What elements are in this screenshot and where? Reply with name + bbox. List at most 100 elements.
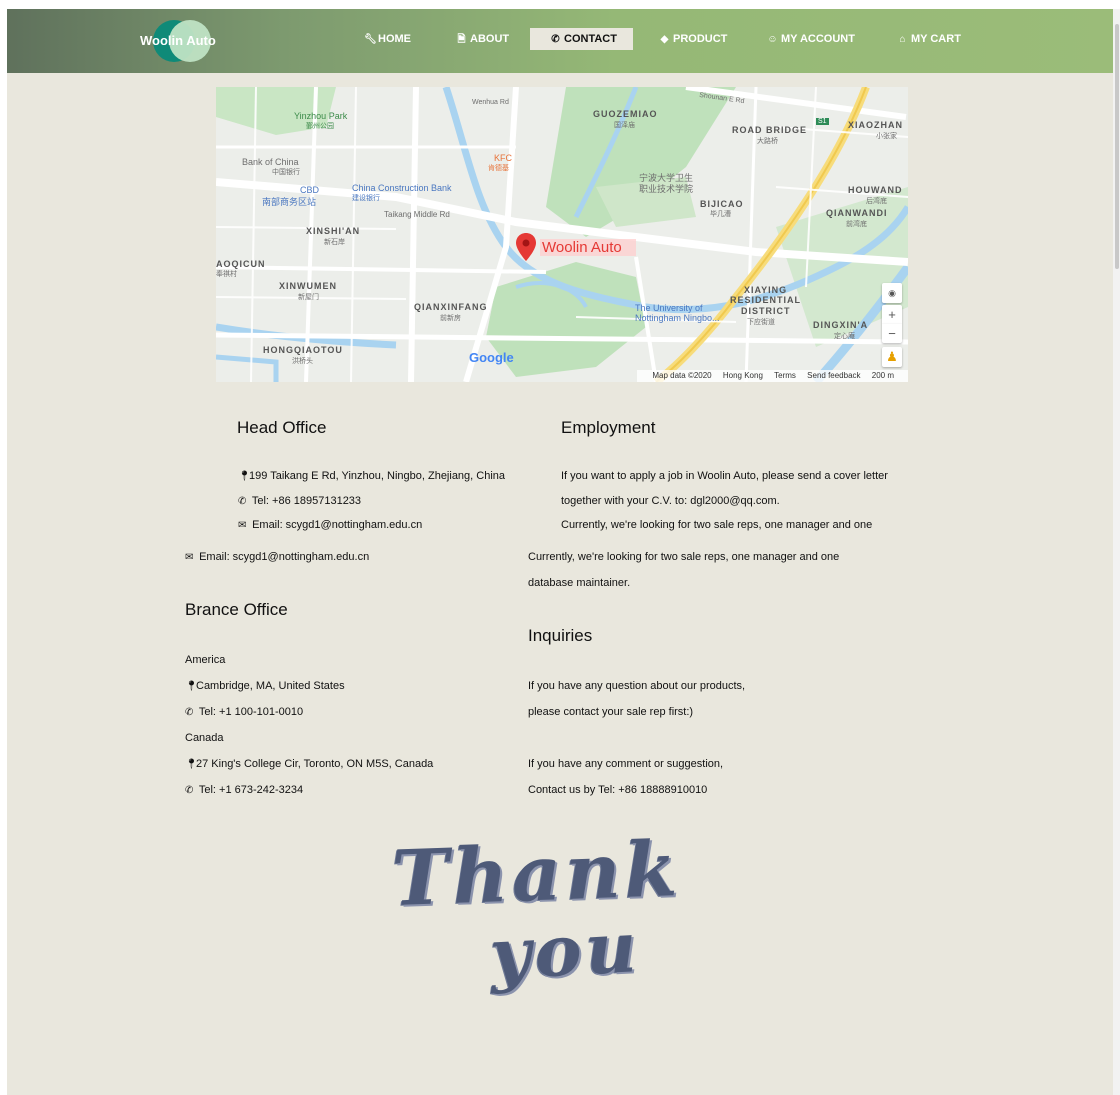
address-text: 199 Taikang E Rd, Yinzhou, Ningbo, Zheji… [249,470,506,482]
map-label: BIJICAO [700,199,744,209]
map-label: 新屋门 [298,294,319,301]
map-label: 毕几漕 [710,211,731,218]
nav-label: ABOUT [470,33,510,45]
tel-text: Tel: +1 100-101-0010 [198,706,304,718]
google-logo: Google [469,350,514,365]
map-label: 小张家 [876,133,897,140]
basket-icon: ⌂ [899,34,906,45]
overflow-line-2: database maintainer. [528,577,631,589]
wrench-icon: 🔧︎ [364,34,377,45]
user-icon: ☺ [767,34,778,45]
map-label: HOUWAND [848,185,903,195]
map-label: XINSHI'AN [306,226,361,236]
map-label: S1 [816,118,829,125]
logo-text: Woolin Auto [140,33,216,48]
map-label: XIAOZHAN [848,120,903,130]
envelope-icon: ✉ [185,552,194,563]
nav-about[interactable]: 🗎 ABOUT [456,28,509,50]
file-icon: 🗎 [457,34,466,45]
my-location-icon[interactable]: ◉ [882,283,902,303]
map-label: Nottingham Ningbo... [635,313,720,323]
map-label: CBD [300,185,320,195]
map-label: 下应街道 [747,319,775,326]
map-label: Wenhua Rd [472,99,509,106]
nav-label: CONTACT [564,33,617,45]
tel-text: Tel: +86 18957131233 [251,495,362,507]
map-label: 肯德基 [488,165,509,172]
address-text: 27 King's College Cir, Toronto, ON M5S, … [196,758,434,770]
logo[interactable]: Woolin Auto [140,20,230,62]
map-scale: 200 m [871,371,894,380]
nav-home[interactable]: 🔧︎HOME [364,28,411,50]
inquiries-line-2: please contact your sale rep first:) [528,706,694,718]
envelope-icon: ✉ [238,520,247,531]
address-text: Cambridge, MA, United States [196,680,345,692]
map-label: Bank of China [242,157,299,167]
nav-label: MY CART [911,33,961,45]
employment-line-1: If you want to apply a job in Woolin Aut… [561,470,888,482]
inquiries-title: Inquiries [528,626,593,645]
map-label: HONGQIAOTOU [263,345,343,355]
nav-label: HOME [378,33,411,45]
canada-tel: ✆ Tel: +1 673-242-3234 [185,784,303,796]
nav-contact[interactable]: ✆ CONTACT [530,28,633,50]
america-tel: ✆ Tel: +1 100-101-0010 [185,706,303,718]
scrollbar-thumb[interactable] [1115,24,1119,269]
map-label: 鄞州公园 [306,123,334,130]
nav-label: PRODUCT [673,33,728,45]
map-label: 新石岸 [324,239,345,246]
map-feedback-link[interactable]: Send feedback [807,371,860,380]
nav-my-cart[interactable]: ⌂ MY CART [897,28,961,50]
map-label: ROAD BRIDGE [732,125,808,135]
vertical-scrollbar[interactable] [1113,9,1120,1095]
map-data-credit: Map data ©2020 [652,371,712,380]
map-marker-icon: 📍︎ [238,471,251,482]
employment-title: Employment [561,418,656,437]
zoom-in-button[interactable]: + [882,305,902,324]
map-label: QIANWANDI [826,208,888,218]
phone-icon: ✆ [238,496,247,507]
map-label: 职业技术学院 [639,184,694,194]
overflow-line-1: Currently, we're looking for two sale re… [528,551,840,563]
map-region-link[interactable]: Hong Kong [723,371,763,380]
inquiries-line-3: If you have any comment or suggestion, [528,758,724,770]
zoom-out-button[interactable]: − [882,324,902,343]
head-office-tel: ✆ Tel: +86 18957131233 [238,495,361,507]
map-label: 大路桥 [757,138,778,145]
head-office-address: 📍︎199 Taikang E Rd, Yinzhou, Ningbo, Zhe… [238,470,505,482]
map-label: GUOZEMIAO [593,109,658,119]
map-marker-icon: 📍︎ [185,681,198,692]
map-label: 洪桥头 [292,358,313,365]
nav-my-account[interactable]: ☺ MY ACCOUNT [767,28,855,50]
map-label: DISTRICT [741,306,791,316]
you-word: you [487,905,643,996]
google-map[interactable]: Yinzhou Park 鄞州公园 GUOZEMIAO 国泽庙 ROAD BRI… [216,87,908,382]
email-text: Email: scygd1@nottingham.edu.cn [199,551,370,563]
map-label: 南部商务区站 [262,197,317,207]
map-terms-link[interactable]: Terms [774,371,796,380]
map-label: 后湾底 [866,198,887,205]
head-office-email: ✉ Email: scygd1@nottingham.edu.cn [238,519,422,531]
inquiries-line-1: If you have any question about our produ… [528,680,746,692]
branch-office-title: Brance Office [185,600,288,619]
map-label: XIAYING [744,285,788,295]
map-label: 中国银行 [272,169,300,176]
map-label: China Construction Bank [352,183,452,193]
location-pin-icon[interactable] [516,233,536,261]
map-label: DINGXIN'A [813,320,869,330]
map-label: Taikang Middle Rd [384,210,450,219]
canada-address: 📍︎27 King's College Cir, Toronto, ON M5S… [185,758,433,770]
map-label: 定心庵 [834,333,855,340]
tag-icon: ◆ [660,34,669,45]
page: Woolin Auto 🔧︎HOME 🗎 ABOUT ✆ CONTACT ◆ PROD… [7,9,1113,1095]
street-view-pegman-icon[interactable]: ♟ [882,347,902,367]
map-marker-icon: 📍︎ [185,759,198,770]
nav-product[interactable]: ◆ PRODUCT [659,28,728,50]
tel-text: Tel: +1 673-242-3234 [198,784,304,796]
phone-icon: ✆ [185,785,194,796]
map-label: Yinzhou Park [294,111,348,121]
thank-word: Thank [390,823,683,924]
email-text: Email: scygd1@nottingham.edu.cn [252,519,423,531]
top-navbar: Woolin Auto 🔧︎HOME 🗎 ABOUT ✆ CONTACT ◆ PROD… [7,9,1113,73]
marker-label[interactable]: Woolin Auto [540,239,636,256]
